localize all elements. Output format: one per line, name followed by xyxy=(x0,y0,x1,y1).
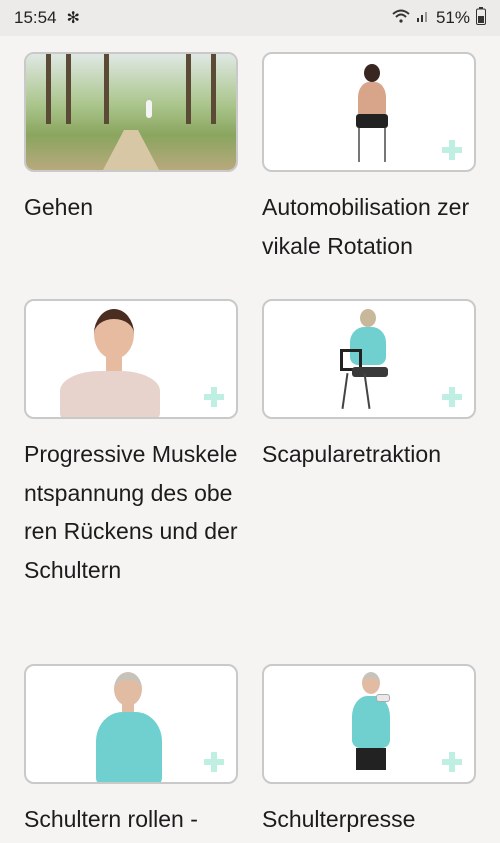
exercise-thumbnail[interactable] xyxy=(262,664,476,784)
exercise-title[interactable]: Automobilisation zervikale Rotation xyxy=(262,188,476,265)
exercise-card-schulterpresse[interactable]: Schulterpresse xyxy=(262,664,476,839)
battery-icon xyxy=(476,6,486,30)
exercise-grid: Gehen Automobilisation zervikale Rotatio… xyxy=(0,36,500,843)
status-bar: 15:54 ✻ 51% xyxy=(0,0,500,36)
exercise-thumbnail[interactable] xyxy=(262,299,476,419)
exercise-thumbnail[interactable] xyxy=(24,299,238,419)
exercise-card-gehen[interactable]: Gehen xyxy=(24,52,238,227)
add-plus-icon[interactable] xyxy=(442,387,462,407)
exercise-card-schultern-rollen[interactable]: Schultern rollen - xyxy=(24,664,238,839)
wifi-icon xyxy=(392,8,410,28)
exercise-thumbnail[interactable] xyxy=(262,52,476,172)
add-plus-icon[interactable] xyxy=(204,387,224,407)
add-plus-icon[interactable] xyxy=(204,752,224,772)
add-plus-icon[interactable] xyxy=(442,140,462,160)
woman-portrait-image xyxy=(60,305,160,417)
add-plus-icon[interactable] xyxy=(442,752,462,772)
woman-dumbbell-image xyxy=(346,672,396,782)
signal-icon xyxy=(416,8,430,28)
status-time: 15:54 xyxy=(14,8,57,27)
battery-percent: 51% xyxy=(435,8,470,27)
exercise-title[interactable]: Scapularetraktion xyxy=(262,435,476,474)
forest-walk-image xyxy=(26,54,236,170)
exercise-thumbnail[interactable] xyxy=(24,664,238,784)
exercise-card-scapularetraktion[interactable]: Scapularetraktion xyxy=(262,299,476,474)
exercise-title[interactable]: Progressive Muskelentspannung des oberen… xyxy=(24,435,238,589)
exercise-title[interactable]: Schulterpresse xyxy=(262,800,476,839)
exercise-thumbnail[interactable] xyxy=(24,52,238,172)
woman-standing-image xyxy=(92,672,166,782)
seated-woman-chair-image xyxy=(336,309,400,413)
exercise-card-progressive[interactable]: Progressive Muskelentspannung des oberen… xyxy=(24,299,238,589)
exercise-title[interactable]: Gehen xyxy=(24,188,238,227)
seated-woman-back-image xyxy=(352,64,392,164)
exercise-title[interactable]: Schultern rollen - xyxy=(24,800,238,839)
bluetooth-icon: ✻ xyxy=(66,10,80,27)
exercise-card-automobilisation[interactable]: Automobilisation zervikale Rotation xyxy=(262,52,476,265)
